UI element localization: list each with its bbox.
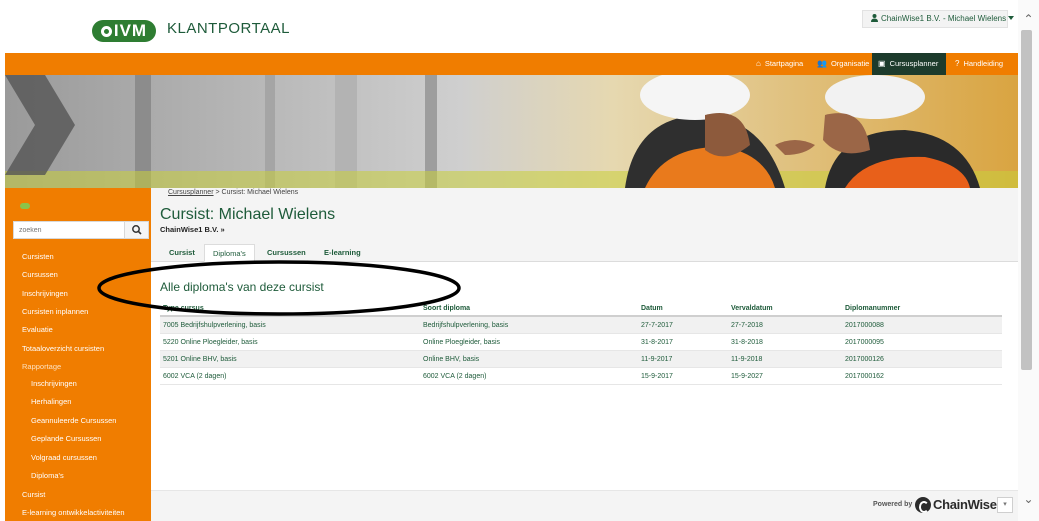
search-button[interactable] xyxy=(124,222,148,238)
user-icon xyxy=(871,14,878,22)
page: IVM KLANTPORTAAL ChainWise1 B.V. - Micha… xyxy=(0,0,1039,521)
caret-down-icon xyxy=(1008,16,1015,20)
column-header[interactable]: Datum xyxy=(638,300,663,317)
table-row[interactable]: 5220 Online Ploegleider, basis Online Pl… xyxy=(160,334,1002,351)
nav-label: Organisatie xyxy=(830,59,870,68)
sidebar-item-totaaloverzicht[interactable]: Totaaloverzicht cursisten xyxy=(22,344,104,353)
search-icon xyxy=(132,225,142,235)
nav-handleiding[interactable]: ? Handleiding xyxy=(949,53,1009,75)
search-box xyxy=(13,221,149,239)
banner-image xyxy=(5,75,1018,188)
sidebar-item-evaluatie[interactable]: Evaluatie xyxy=(22,325,53,334)
table-cell: 31-8-2018 xyxy=(731,339,763,346)
nav-organisatie[interactable]: 👥 Organisatie xyxy=(811,53,875,75)
column-header[interactable]: Diplomanummer xyxy=(842,300,900,317)
breadcrumb-current: > Cursist: Michael Wielens xyxy=(213,189,299,196)
table-row[interactable]: 6002 VCA (2 dagen) 6002 VCA (2 dagen) 15… xyxy=(160,368,1002,385)
nav-label: Handleiding xyxy=(963,59,1004,68)
scroll-down-icon[interactable]: ⌄ xyxy=(1018,492,1039,508)
table-cell: 11-9-2018 xyxy=(731,356,763,363)
home-icon: ⌂ xyxy=(756,59,761,68)
user-menu-button[interactable]: ChainWise1 B.V. - Michael Wielens xyxy=(862,10,1015,28)
logo-o-icon xyxy=(100,26,112,37)
table-row[interactable]: 7005 Bedrijfshulpverlening, basis Bedrij… xyxy=(160,317,1002,334)
sidebar-toggle[interactable] xyxy=(20,203,30,209)
chainwise-logo[interactable]: ChainWise xyxy=(915,496,997,514)
table-cell: 2017000088 xyxy=(845,322,884,329)
table-cell: Online BHV, basis xyxy=(423,356,480,363)
table-cell: 15-9-2027 xyxy=(731,373,763,380)
sidebar-item-rapportage[interactable]: Rapportage xyxy=(22,362,61,371)
table-cell: 27-7-2017 xyxy=(641,322,673,329)
question-circle-icon: ? xyxy=(955,59,960,68)
tab-cursist[interactable]: Cursist xyxy=(161,244,203,262)
sidebar-item-cursisten-inplannen[interactable]: Cursisten inplannen xyxy=(22,307,88,316)
nav-cursusplanner[interactable]: ▣ Cursusplanner xyxy=(872,53,946,75)
breadcrumb: Cursusplanner > Cursist: Michael Wielens xyxy=(168,189,298,196)
table-cell: Bedrijfshulpverlening, basis xyxy=(423,322,509,329)
sidebar-item-cursisten[interactable]: Cursisten xyxy=(22,252,54,261)
column-header[interactable]: Vervaldatum xyxy=(728,300,773,317)
scroll-up-icon[interactable]: ⌃ xyxy=(1018,12,1039,28)
sidebar-subitem-geplande-cursussen[interactable]: Geplande Cursussen xyxy=(31,434,101,443)
tab-bar: Cursist Diploma's Cursussen E-learning xyxy=(151,244,1018,262)
powered-by-text: Powered by xyxy=(873,501,913,508)
scrollbar-thumb[interactable] xyxy=(1021,30,1032,370)
portal-title: KLANTPORTAAL xyxy=(167,20,290,37)
sidebar-subitem-volgraad-cursussen[interactable]: Volgraad cursussen xyxy=(31,453,97,462)
chainwise-brand-text: ChainWise xyxy=(933,497,997,513)
sidebar-subitem-geannuleerde-cursussen[interactable]: Geannuleerde Cursussen xyxy=(31,416,116,425)
search-input[interactable] xyxy=(14,222,124,238)
footer: Powered by ChainWise ▾ xyxy=(151,490,1018,521)
nav-startpagina[interactable]: ⌂ Startpagina xyxy=(750,53,809,75)
sidebar-subitem-herhalingen[interactable]: Herhalingen xyxy=(31,397,71,406)
tab-e-learning[interactable]: E-learning xyxy=(316,244,369,262)
main-content: Cursusplanner > Cursist: Michael Wielens… xyxy=(97,188,1018,490)
nav-label: Startpagina xyxy=(764,59,804,68)
table-cell: 15-9-2017 xyxy=(641,373,673,380)
table-cell: 5201 Online BHV, basis xyxy=(163,356,237,363)
scrollbar[interactable]: ⌃ ⌄ xyxy=(1018,0,1039,521)
sidebar-subitem-inschrijvingen[interactable]: Inschrijvingen xyxy=(31,379,77,388)
table-cell: 2017000126 xyxy=(845,356,884,363)
table-cell: 31-8-2017 xyxy=(641,339,673,346)
table-cell: 6002 VCA (2 dagen) xyxy=(163,373,227,380)
breadcrumb-link-cursusplanner[interactable]: Cursusplanner xyxy=(168,189,214,196)
calendar-icon: ▣ xyxy=(878,59,886,68)
section-title: Alle diploma's van deze cursist xyxy=(160,280,324,294)
diploma-table: Type cursus Soort diploma Datum Vervalda… xyxy=(160,300,1002,385)
nav-label: Cursusplanner xyxy=(889,59,939,68)
column-header[interactable]: Soort diploma xyxy=(420,300,470,317)
table-cell: 2017000095 xyxy=(845,339,884,346)
table-cell: 11-9-2017 xyxy=(641,356,673,363)
column-header[interactable]: Type cursus xyxy=(160,300,204,317)
page-title: Cursist: Michael Wielens xyxy=(160,206,336,223)
sidebar-item-cursist[interactable]: Cursist xyxy=(22,490,45,499)
table-row[interactable]: 5201 Online BHV, basis Online BHV, basis… xyxy=(160,351,1002,368)
logo-text: IVM xyxy=(113,21,148,40)
table-cell: 5220 Online Ploegleider, basis xyxy=(163,339,258,346)
table-header-row: Type cursus Soort diploma Datum Vervalda… xyxy=(160,300,1002,317)
users-icon: 👥 xyxy=(817,59,827,68)
company-link[interactable]: ChainWise1 B.V. » xyxy=(160,225,225,234)
table-cell: 2017000162 xyxy=(845,373,884,380)
sidebar: Cursisten Cursussen Inschrijvingen Cursi… xyxy=(5,188,151,521)
tab-diplomas[interactable]: Diploma's xyxy=(204,244,255,262)
chainwise-logo-icon xyxy=(915,496,931,513)
cursist-header: Cursusplanner > Cursist: Michael Wielens… xyxy=(151,188,1018,262)
sidebar-item-inschrijvingen[interactable]: Inschrijvingen xyxy=(22,289,68,298)
footer-dropdown-button[interactable]: ▾ xyxy=(997,497,1013,513)
chevron-down-icon: ▾ xyxy=(1003,501,1007,508)
top-navigation: ⌂ Startpagina 👥 Organisatie ▣ Cursusplanner… xyxy=(5,53,1018,75)
ivm-logo[interactable]: IVM xyxy=(92,20,156,42)
sidebar-item-e-learning[interactable]: E-learning ontwikkelactiviteiten xyxy=(22,508,125,517)
sidebar-item-cursussen[interactable]: Cursussen xyxy=(22,270,58,279)
tab-cursussen[interactable]: Cursussen xyxy=(259,244,314,262)
table-cell: Online Ploegleider, basis xyxy=(423,339,501,346)
table-cell: 27-7-2018 xyxy=(731,322,763,329)
table-cell: 7005 Bedrijfshulpverlening, basis xyxy=(163,322,266,329)
user-menu-label: ChainWise1 B.V. - Michael Wielens xyxy=(881,14,1007,23)
table-cell: 6002 VCA (2 dagen) xyxy=(423,373,487,380)
sidebar-subitem-diplomas[interactable]: Diploma's xyxy=(31,471,64,480)
